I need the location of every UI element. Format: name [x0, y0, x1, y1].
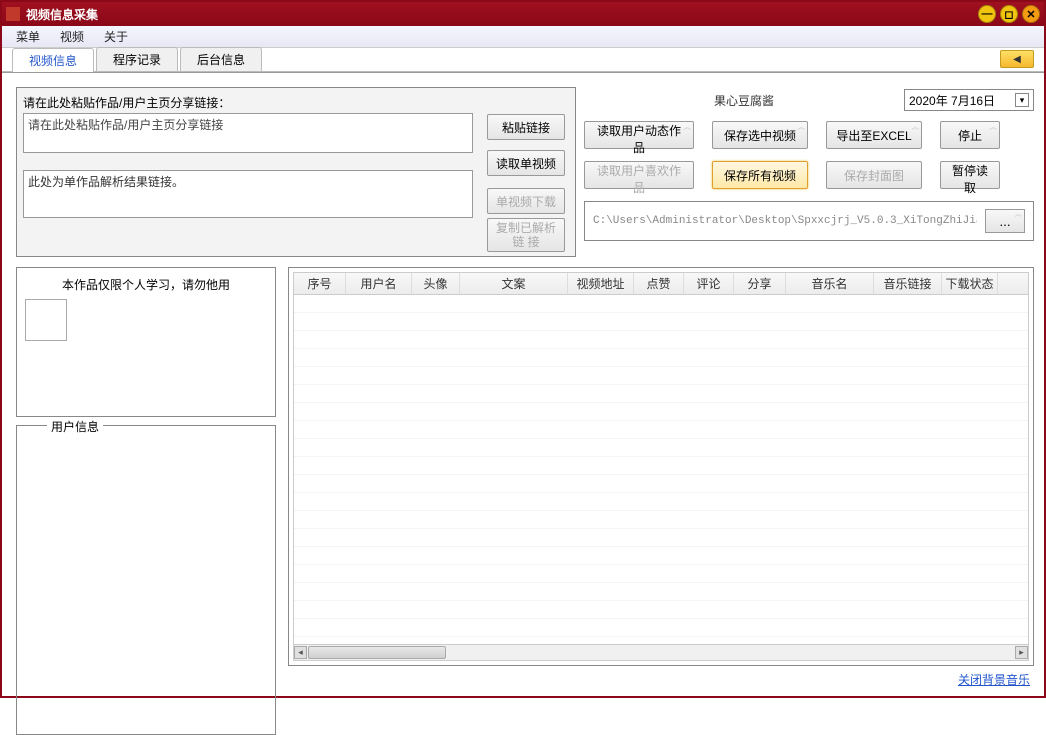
save-path-box: C:\Users\Administrator\Desktop\Spxxcjrj_… — [584, 201, 1034, 241]
column-header[interactable]: 音乐链接 — [874, 273, 942, 294]
date-dropdown-icon[interactable]: ▾ — [1015, 93, 1029, 107]
table-header: 序号用户名头像文案视频地址点赞评论分享音乐名音乐链接下载状态 — [294, 273, 1028, 295]
menubar: 菜单 视频 关于 — [2, 26, 1044, 48]
menu-item-2[interactable]: 关于 — [94, 26, 138, 47]
column-header[interactable]: 分享 — [734, 273, 786, 294]
tab-background-info[interactable]: 后台信息 — [180, 47, 262, 71]
table-row — [294, 475, 1028, 493]
paste-link-input[interactable] — [23, 113, 473, 153]
actions-panel: 果心豆腐酱 2020年 7月16日 ▾ 读取用户动态作品෴ 保存选中视频෴ 导出… — [584, 87, 1034, 241]
close-button[interactable]: ✕ — [1022, 5, 1040, 23]
notice-text: 本作品仅限个人学习，请勿他用 — [25, 276, 267, 293]
copy-parsed-link-button[interactable]: 复制已解析 链 接 — [487, 218, 565, 252]
maximize-button[interactable]: ◻ — [1000, 5, 1018, 23]
date-value: 2020年 7月16日 — [909, 92, 995, 109]
read-single-video-button[interactable]: 读取单视频 — [487, 150, 565, 176]
table-row — [294, 565, 1028, 583]
date-picker[interactable]: 2020年 7月16日 ▾ — [904, 89, 1034, 111]
parse-result-box[interactable] — [23, 170, 473, 218]
close-bgm-link[interactable]: 关闭背景音乐 — [958, 671, 1030, 688]
column-header[interactable]: 序号 — [294, 273, 346, 294]
table-row — [294, 385, 1028, 403]
column-header[interactable]: 评论 — [684, 273, 734, 294]
column-header[interactable]: 音乐名 — [786, 273, 874, 294]
brand-label: 果心豆腐酱 — [584, 92, 904, 109]
column-header[interactable]: 用户名 — [346, 273, 412, 294]
speaker-icon[interactable] — [1000, 50, 1034, 68]
tab-video-info[interactable]: 视频信息 — [12, 48, 94, 72]
table-row — [294, 511, 1028, 529]
scroll-right-arrow[interactable]: ▸ — [1015, 646, 1028, 659]
browse-path-button[interactable]: ...෴ — [985, 209, 1025, 233]
minimize-button[interactable]: — — [978, 5, 996, 23]
scroll-left-arrow[interactable]: ◂ — [294, 646, 307, 659]
user-info-legend: 用户信息 — [47, 418, 103, 435]
table-row — [294, 583, 1028, 601]
user-info-panel: 用户信息 — [16, 425, 276, 735]
horizontal-scrollbar[interactable]: ◂ ▸ — [294, 644, 1028, 660]
read-user-likes-button[interactable]: 读取用户喜欢作品 — [584, 161, 694, 189]
table-row — [294, 439, 1028, 457]
column-header[interactable]: 文案 — [460, 273, 568, 294]
content-area: 请在此处粘贴作品/用户主页分享链接： 粘贴链接 读取单视频 单视频下载 复制已解… — [2, 72, 1044, 696]
notice-panel: 本作品仅限个人学习，请勿他用 — [16, 267, 276, 417]
pause-read-button[interactable]: 暂停读取 — [940, 161, 1000, 189]
table-row — [294, 457, 1028, 475]
table-row — [294, 295, 1028, 313]
column-header[interactable]: 视频地址 — [568, 273, 634, 294]
table-row — [294, 349, 1028, 367]
tab-strip: 视频信息 程序记录 后台信息 — [2, 48, 1044, 72]
paste-link-label: 请在此处粘贴作品/用户主页分享链接： — [23, 94, 569, 111]
data-table-panel: 序号用户名头像文案视频地址点赞评论分享音乐名音乐链接下载状态 ◂ ▸ — [288, 267, 1034, 666]
read-user-dynamic-button[interactable]: 读取用户动态作品෴ — [584, 121, 694, 149]
table-row — [294, 529, 1028, 547]
table-row — [294, 619, 1028, 637]
window-title: 视频信息采集 — [26, 6, 978, 23]
table-row — [294, 601, 1028, 619]
menu-item-0[interactable]: 菜单 — [6, 26, 50, 47]
tab-program-log[interactable]: 程序记录 — [96, 47, 178, 71]
column-header[interactable]: 点赞 — [634, 273, 684, 294]
table-row — [294, 331, 1028, 349]
table-row — [294, 367, 1028, 385]
scroll-thumb[interactable] — [308, 646, 446, 659]
table-row — [294, 637, 1028, 644]
column-header[interactable]: 下载状态 — [942, 273, 998, 294]
stop-button[interactable]: 停止෴ — [940, 121, 1000, 149]
export-excel-button[interactable]: 导出至EXCEL෴ — [826, 121, 922, 149]
table-row — [294, 403, 1028, 421]
titlebar: 视频信息采集 — ◻ ✕ — [2, 2, 1044, 26]
table-row — [294, 313, 1028, 331]
notice-thumbnail — [25, 299, 67, 341]
column-header[interactable]: 头像 — [412, 273, 460, 294]
save-selected-video-button[interactable]: 保存选中视频෴ — [712, 121, 808, 149]
save-path-text: C:\Users\Administrator\Desktop\Spxxcjrj_… — [593, 215, 977, 227]
save-cover-button[interactable]: 保存封面图 — [826, 161, 922, 189]
save-all-videos-button[interactable]: 保存所有视频 — [712, 161, 808, 189]
table-row — [294, 547, 1028, 565]
paste-link-panel: 请在此处粘贴作品/用户主页分享链接： 粘贴链接 读取单视频 单视频下载 复制已解… — [16, 87, 576, 257]
paste-link-button[interactable]: 粘贴链接 — [487, 114, 565, 140]
table-row — [294, 493, 1028, 511]
table-row — [294, 421, 1028, 439]
single-video-download-button[interactable]: 单视频下载 — [487, 188, 565, 214]
menu-item-1[interactable]: 视频 — [50, 26, 94, 47]
app-icon — [6, 7, 20, 21]
table-body[interactable] — [294, 295, 1028, 644]
